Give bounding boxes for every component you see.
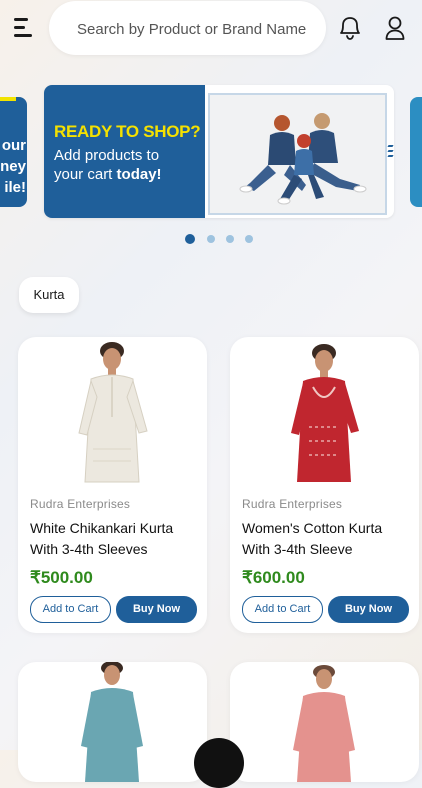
product-name[interactable]: White Chikankari Kurta With 3-4th Sleeve… [30, 518, 202, 560]
profile-icon[interactable] [383, 14, 409, 42]
banner-headline: READY TO SHOP? [54, 122, 201, 141]
product-price: ₹600.00 [242, 568, 305, 587]
product-vendor: Rudra Enterprises [30, 497, 131, 511]
product-name[interactable]: Women's Cotton Kurta With 3-4th Sleeve [242, 518, 414, 560]
carousel-dot[interactable] [207, 235, 215, 243]
product-card[interactable]: Rudra Enterprises Women's Cotton Kurta W… [230, 337, 419, 633]
add-to-cart-button[interactable]: Add to Cart [30, 596, 111, 623]
banner-decoration [387, 145, 394, 160]
product-image [53, 337, 172, 484]
promo-banner[interactable]: READY TO SHOP? Add products to your cart… [44, 85, 394, 218]
floating-action-button[interactable] [194, 738, 244, 788]
product-price: ₹500.00 [30, 568, 93, 587]
top-bar [0, 0, 422, 60]
carousel-dot[interactable] [185, 234, 195, 244]
search-input[interactable] [75, 1, 319, 57]
product-card[interactable]: Rudra Enterprises White Chikankari Kurta… [18, 337, 207, 633]
product-card[interactable] [230, 662, 419, 782]
category-chip-kurta[interactable]: Kurta [19, 277, 79, 313]
peek-text: our [1, 137, 26, 154]
carousel-dot[interactable] [245, 235, 253, 243]
product-vendor: Rudra Enterprises [242, 497, 343, 511]
peek-text: ney [0, 158, 26, 175]
buy-now-button[interactable]: Buy Now [116, 596, 197, 623]
next-banner[interactable] [410, 97, 422, 207]
banner-sub-bold: today! [116, 166, 162, 183]
product-card[interactable] [18, 662, 207, 782]
banner-sub-line2: your cart [54, 166, 117, 183]
previous-banner[interactable]: our ney ile! [0, 97, 27, 207]
product-image [265, 337, 384, 484]
banner-subtext: Add products to your cart today! [54, 146, 204, 184]
buy-now-button[interactable]: Buy Now [328, 596, 409, 623]
menu-icon[interactable] [14, 18, 36, 38]
bell-icon[interactable] [337, 14, 363, 42]
banner-sub-line1: Add products to [54, 147, 160, 164]
product-image [265, 662, 384, 782]
search-bar [49, 1, 326, 57]
banner-photo [208, 93, 387, 215]
add-to-cart-button[interactable]: Add to Cart [242, 596, 323, 623]
product-image [53, 662, 172, 782]
carousel-dot[interactable] [226, 235, 234, 243]
promo-carousel[interactable]: our ney ile! READY TO SHOP? Add products… [0, 85, 422, 220]
peek-text: ile! [4, 179, 26, 196]
